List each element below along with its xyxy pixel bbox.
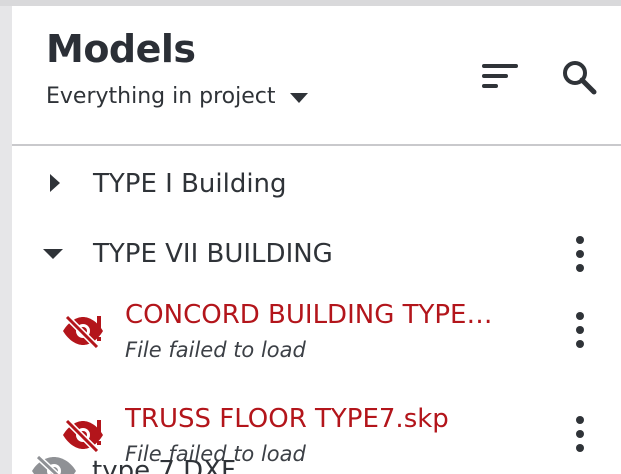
scope-dropdown[interactable]: Everything in project — [46, 84, 308, 109]
panel-header: Models Everything in project — [12, 6, 621, 146]
search-icon — [563, 61, 597, 95]
model-name[interactable]: TRUSS FLOOR TYPE7.skp — [125, 404, 449, 434]
caret-down-icon[interactable] — [43, 249, 63, 259]
model-name[interactable]: CONCORD BUILDING TYPE… — [125, 300, 492, 330]
sort-button[interactable] — [478, 58, 522, 94]
page-title: Models — [46, 27, 196, 71]
search-button[interactable] — [560, 58, 600, 98]
caret-down-icon — [289, 92, 308, 103]
drag-preview-label: type 7 DXF — [92, 456, 236, 474]
more-vertical-icon[interactable] — [568, 234, 592, 274]
model-status: File failed to load — [125, 338, 306, 362]
caret-right-icon[interactable] — [50, 174, 60, 192]
eye-slash-icon — [32, 454, 76, 474]
more-vertical-icon[interactable] — [568, 310, 592, 350]
tree-group-type-vii[interactable]: TYPE VII BUILDING — [12, 230, 621, 278]
sort-icon — [482, 64, 518, 68]
list-item[interactable]: CONCORD BUILDING TYPE… File failed to lo… — [12, 300, 621, 390]
more-vertical-icon[interactable] — [568, 414, 592, 454]
sort-icon-line-3 — [482, 84, 498, 88]
eye-slash-warning-icon — [63, 418, 103, 452]
model-tree: TYPE I Building TYPE VII BUILDING CONCOR… — [12, 146, 621, 474]
tree-group-type-i[interactable]: TYPE I Building — [12, 160, 621, 208]
eye-slash-warning-icon — [63, 314, 103, 348]
tree-group-label: TYPE I Building — [93, 169, 287, 199]
drag-preview-item: type 7 DXF — [12, 450, 621, 474]
scope-dropdown-label: Everything in project — [46, 84, 276, 109]
tree-group-label: TYPE VII BUILDING — [93, 239, 333, 269]
sort-icon-line-2 — [482, 74, 508, 78]
models-panel: Models Everything in project TYPE I Buil… — [12, 6, 621, 474]
left-gutter — [0, 6, 12, 474]
